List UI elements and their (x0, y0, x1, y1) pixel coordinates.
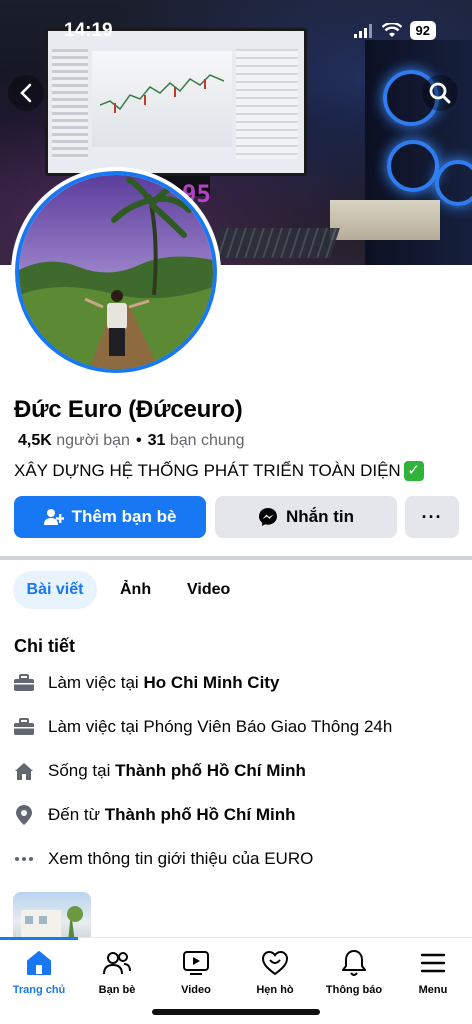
mutual-friends-count: 31 (147, 432, 166, 449)
detail-item-from: Đến từ Thành phố Hồ Chí Minh (14, 805, 296, 825)
keyboard (210, 228, 340, 258)
thumbnail-image (21, 906, 83, 942)
friend-stats[interactable]: 4,5K người bạn • 31 bạn chung (18, 432, 245, 450)
bio-text: XÂY DỰNG HỆ THỐNG PHÁT TRIỂN TOÀN DIỆN (14, 461, 401, 480)
monitor-sidebar (52, 49, 88, 159)
detail-bold: Thành phố Hồ Chí Minh (115, 761, 306, 780)
nav-notifications[interactable]: Thông báo (315, 948, 393, 996)
monitor-panel (236, 49, 298, 159)
details-title: Chi tiết (14, 636, 75, 656)
profile-name: Đức Euro (Đứceuro) (14, 396, 243, 423)
add-friend-button[interactable]: Thêm bạn bè (14, 496, 206, 538)
detail-text: Xem thông tin giới thiệu của EURO (48, 849, 314, 868)
section-divider (0, 556, 472, 560)
friends-icon (78, 948, 156, 978)
fan-light (387, 140, 439, 192)
search-icon (429, 82, 451, 104)
status-time: 14:19 (64, 20, 113, 41)
more-dots-icon (14, 849, 34, 869)
nav-label: Video (181, 984, 211, 996)
stats-separator: • (135, 432, 142, 449)
nav-label: Trang chủ (12, 984, 66, 996)
add-friend-icon (43, 509, 64, 525)
avatar-story-ring (15, 171, 217, 373)
detail-text: Đến từ (48, 805, 105, 824)
nav-home[interactable]: Trang chủ (0, 948, 78, 996)
fan-light (435, 160, 472, 206)
signal-icon (353, 23, 372, 38)
friends-label: người bạn (56, 432, 130, 449)
back-button[interactable] (8, 75, 44, 111)
nav-dating[interactable]: Hẹn hò (236, 948, 314, 996)
location-pin-icon (14, 805, 34, 825)
detail-text: Sống tại (48, 761, 116, 780)
chevron-left-icon (20, 83, 32, 103)
briefcase-icon (14, 673, 34, 693)
candlestick-graphic (100, 74, 224, 113)
avatar-photo (19, 175, 213, 369)
wifi-icon (381, 23, 402, 37)
detail-bold: Thành phố Hồ Chí Minh (104, 805, 296, 824)
mutual-friends-label: bạn chung (169, 432, 245, 449)
nav-video[interactable]: Video (157, 948, 235, 996)
profile-bio: XÂY DỰNG HỆ THỐNG PHÁT TRIỂN TOÀN DIỆN ✓ (14, 461, 424, 481)
tab-posts[interactable]: Bài viết (13, 571, 97, 609)
battery-indicator: 92 (409, 21, 436, 40)
home-indicator (152, 1009, 320, 1015)
more-options-icon: ··· (421, 506, 443, 527)
nav-friends[interactable]: Bạn bè (78, 948, 156, 996)
bell-icon (315, 948, 393, 978)
dating-heart-icon (236, 948, 314, 978)
see-about-info-link[interactable]: Xem thông tin giới thiệu của EURO (14, 849, 313, 869)
more-options-button[interactable]: ··· (405, 496, 459, 538)
detail-bold: Ho Chi Minh City (143, 673, 280, 692)
nav-label: Bạn bè (98, 984, 136, 996)
detail-item-lives-in: Sống tại Thành phố Hồ Chí Minh (14, 761, 306, 781)
check-mark-emoji-icon: ✓ (403, 461, 424, 481)
add-friend-label: Thêm bạn bè (71, 507, 177, 526)
nav-label: Hẹn hò (256, 984, 294, 996)
friends-count: 4,5K (18, 432, 52, 449)
message-button[interactable]: Nhắn tin (215, 496, 397, 538)
tab-photos[interactable]: Ảnh (120, 571, 151, 609)
detail-text: Làm việc tại Phóng Viên Báo Giao Thông 2… (48, 717, 393, 736)
nav-label: Thông báo (325, 984, 383, 996)
home-icon (14, 761, 34, 781)
profile-avatar[interactable] (11, 167, 221, 377)
detail-item-work-2: Làm việc tại Phóng Viên Báo Giao Thông 2… (14, 717, 392, 737)
messenger-icon (259, 508, 277, 526)
nav-menu[interactable]: Menu (394, 948, 472, 996)
active-tab-indicator (0, 937, 78, 940)
nav-label: Menu (418, 984, 448, 996)
briefcase-icon (14, 717, 34, 737)
menu-icon (394, 948, 472, 978)
featured-photo-thumbnail[interactable] (13, 892, 91, 942)
detail-item-work: Làm việc tại Ho Chi Minh City (14, 673, 279, 693)
home-icon (0, 948, 78, 978)
search-button[interactable] (422, 75, 458, 111)
tab-videos[interactable]: Video (187, 571, 230, 609)
message-label: Nhắn tin (286, 507, 354, 526)
monitor (45, 28, 307, 176)
video-icon (157, 948, 235, 978)
detail-text: Làm việc tại (48, 673, 144, 692)
books (330, 200, 440, 240)
status-icons: 92 (353, 21, 436, 40)
